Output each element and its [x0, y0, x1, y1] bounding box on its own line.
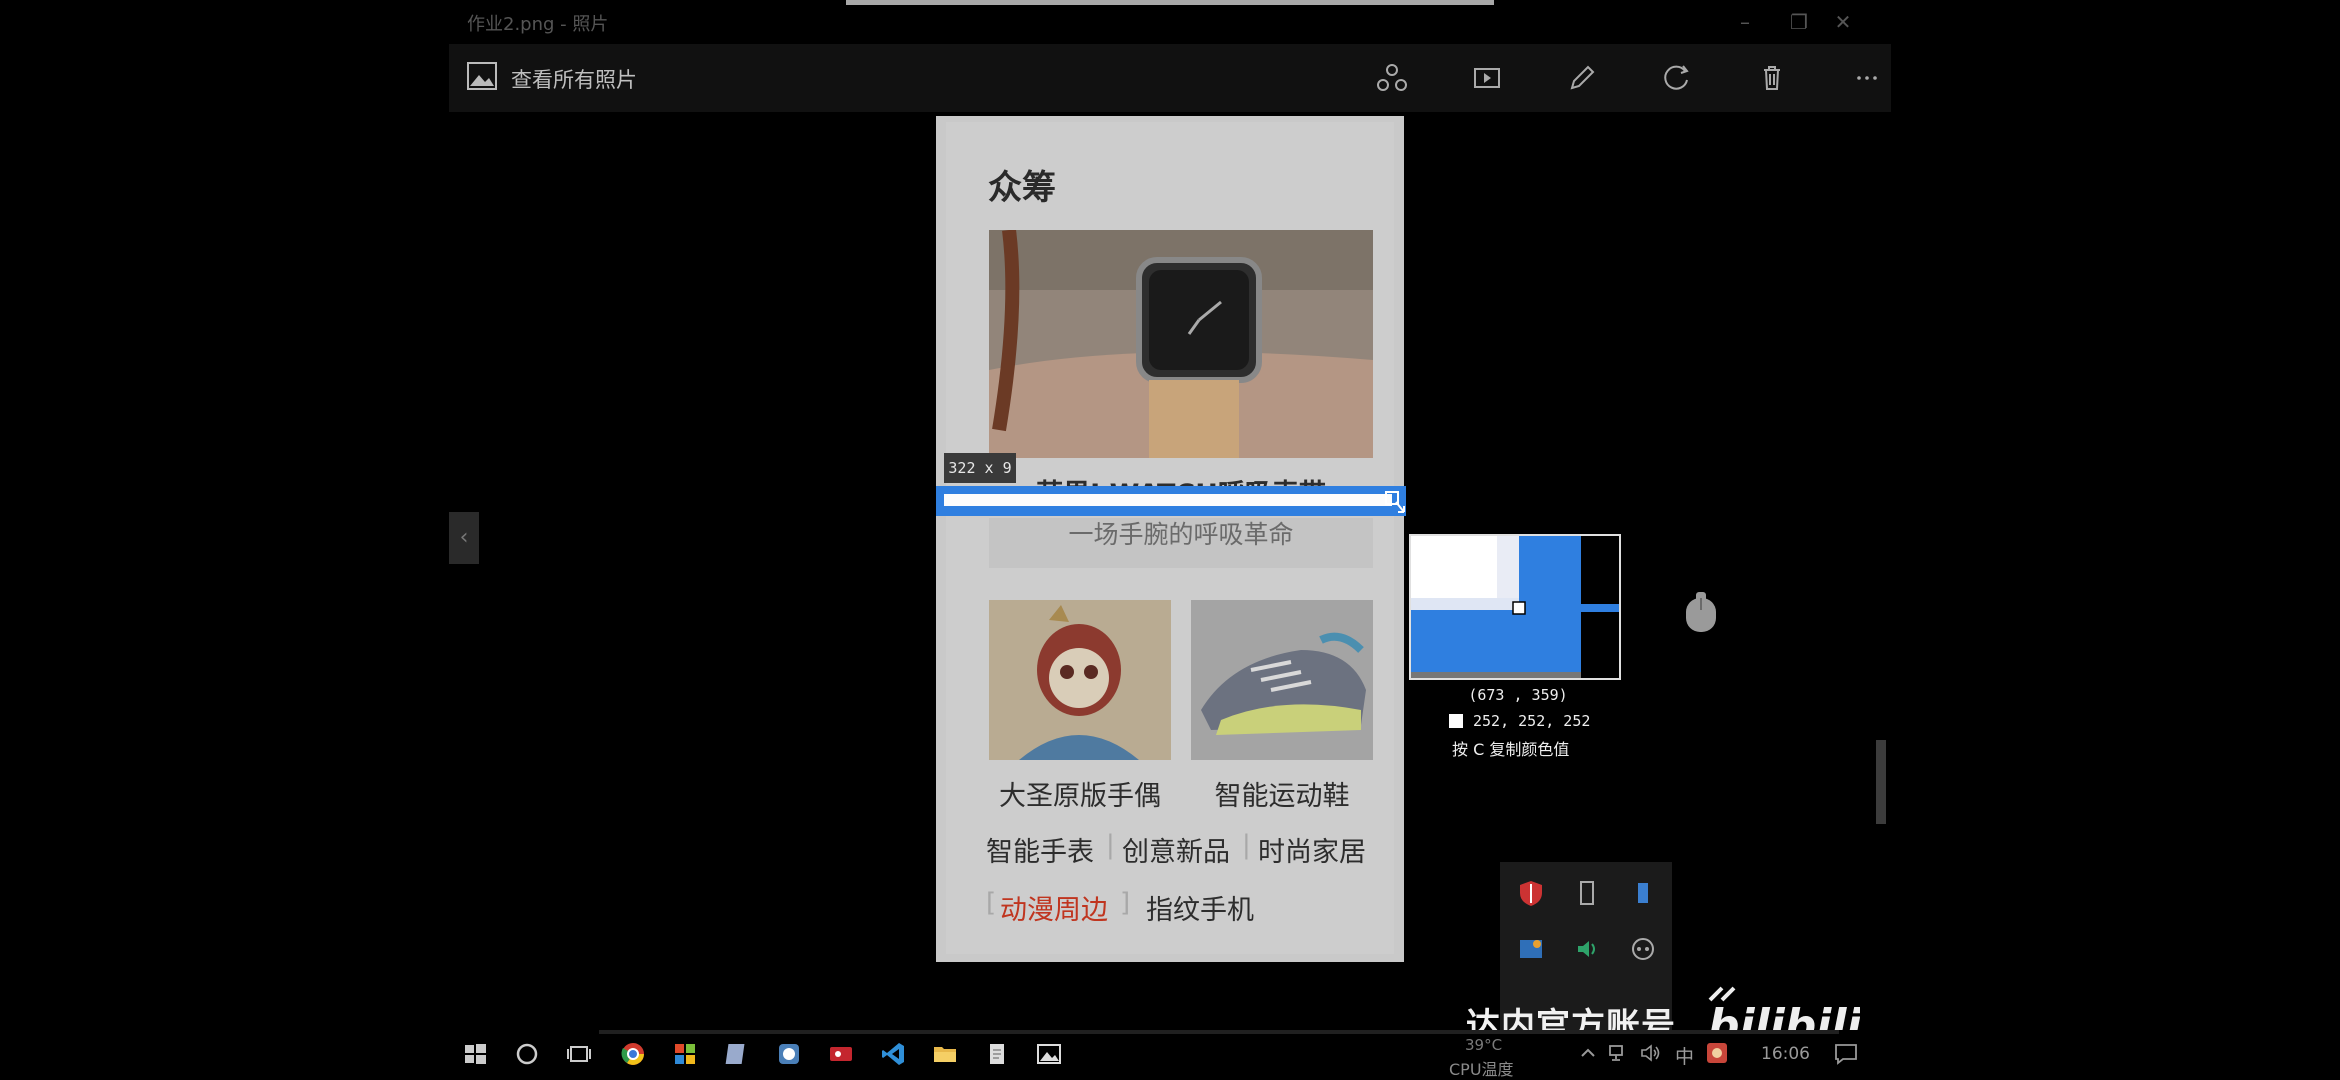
color-magnifier — [1409, 534, 1621, 680]
tag-item: 时尚家居 — [1258, 837, 1366, 868]
search-cortana-icon[interactable] — [513, 1040, 541, 1068]
restore-icon[interactable]: ❐ — [1781, 6, 1817, 38]
security-shield-icon[interactable] — [1516, 878, 1546, 908]
taskbar-separator — [599, 1030, 1839, 1034]
tag-divider: ] — [1120, 888, 1131, 918]
system-clock[interactable]: 16:06 — [1761, 1044, 1810, 1064]
window-title: 作业2.png - 照片 — [467, 14, 609, 35]
top-progress-bar — [846, 0, 1494, 5]
video-recorder-icon[interactable] — [827, 1040, 855, 1068]
ruler-selection-fill — [944, 494, 1392, 506]
selection-size-badge: 322 x 9 — [944, 453, 1016, 483]
more-icon[interactable] — [1847, 58, 1887, 98]
resize-cursor-icon[interactable] — [1384, 490, 1406, 516]
close-icon[interactable]: ✕ — [1825, 6, 1861, 38]
watch-product-image — [989, 230, 1373, 458]
start-windows-icon[interactable] — [461, 1040, 489, 1068]
share-icon[interactable] — [1372, 58, 1412, 98]
file-explorer-icon[interactable] — [931, 1040, 959, 1068]
pixel-color-row: 252, 252, 252 — [1449, 712, 1590, 730]
page-title: 众筹 — [988, 168, 1056, 208]
cursor-coordinates: (673 , 359) — [1468, 686, 1568, 704]
tray-app-icon[interactable] — [1705, 1040, 1729, 1066]
network-app-icon[interactable] — [1516, 934, 1546, 964]
tag-divider: | — [1242, 830, 1251, 860]
phone-page: 众筹 苹果I WATCH呼吸表带 一场手腕的呼吸革命 — [946, 122, 1394, 954]
window-title-bar: 作业2.png - 照片 – ❐ ✕ — [449, 0, 1891, 44]
tag-item: 智能手表 — [986, 837, 1094, 868]
pixel-rgb-value: 252, 252, 252 — [1473, 712, 1591, 730]
previous-photo-button[interactable]: ‹ — [449, 512, 479, 564]
view-all-photos-link[interactable]: 查看所有照片 — [511, 64, 637, 94]
task-view-icon[interactable] — [565, 1040, 593, 1068]
network-icon[interactable] — [1607, 1042, 1631, 1064]
copy-color-hint: 按 C 复制颜色值 — [1452, 740, 1570, 759]
battery-app-icon[interactable] — [1628, 878, 1658, 908]
card-label: 智能运动鞋 — [1214, 781, 1350, 812]
cpu-temperature-label: CPU温度 — [1449, 1060, 1514, 1079]
monkey-puppet-image — [989, 600, 1171, 760]
tag-divider: | — [1106, 830, 1115, 860]
photo-toolbar: 查看所有照片 — [449, 44, 1891, 112]
color-swatch — [1449, 714, 1463, 728]
delete-icon[interactable] — [1752, 58, 1792, 98]
scrollbar-thumb[interactable] — [1876, 740, 1886, 824]
volume-icon[interactable] — [1639, 1042, 1663, 1064]
show-hidden-icons-chevron-icon[interactable] — [1577, 1042, 1599, 1064]
ruler-selection[interactable] — [936, 486, 1406, 516]
card-label: 大圣原版手偶 — [999, 781, 1161, 812]
taskbar: 39°C CPU温度 中 16:06 — [449, 1030, 1891, 1080]
photo-canvas: 众筹 苹果I WATCH呼吸表带 一场手腕的呼吸革命 — [936, 116, 1404, 962]
store-app-icon[interactable] — [671, 1040, 699, 1068]
rotate-icon[interactable] — [1657, 58, 1697, 98]
vscode-icon[interactable] — [879, 1040, 907, 1068]
input-method-indicator[interactable]: 中 — [1675, 1042, 1694, 1069]
tag-item-highlighted: 动漫周边 — [1000, 895, 1108, 926]
minimize-icon[interactable]: – — [1727, 6, 1763, 38]
speaker-app-icon[interactable] — [1572, 934, 1602, 964]
notes-app-icon[interactable] — [723, 1040, 751, 1068]
tag-item: 创意新品 — [1122, 837, 1230, 868]
action-center-icon[interactable] — [1833, 1042, 1859, 1066]
mouse-icon — [1684, 592, 1718, 634]
edit-icon[interactable] — [1562, 58, 1602, 98]
tag-divider: [ — [986, 888, 997, 918]
photo-gallery-icon[interactable] — [467, 62, 497, 90]
photos-app-icon[interactable] — [1035, 1040, 1063, 1068]
document-app-icon[interactable] — [983, 1040, 1011, 1068]
game-app-icon[interactable] — [775, 1040, 803, 1068]
hero-subtitle: 一场手腕的呼吸革命 — [989, 518, 1373, 568]
game-controller-icon[interactable] — [1628, 934, 1658, 964]
tag-item: 指纹手机 — [1146, 895, 1254, 926]
sneaker-image — [1191, 600, 1373, 760]
slideshow-icon[interactable] — [1467, 58, 1507, 98]
chrome-icon[interactable] — [619, 1040, 647, 1068]
usb-drive-icon[interactable] — [1572, 878, 1602, 908]
cpu-temperature: 39°C — [1465, 1036, 1503, 1054]
